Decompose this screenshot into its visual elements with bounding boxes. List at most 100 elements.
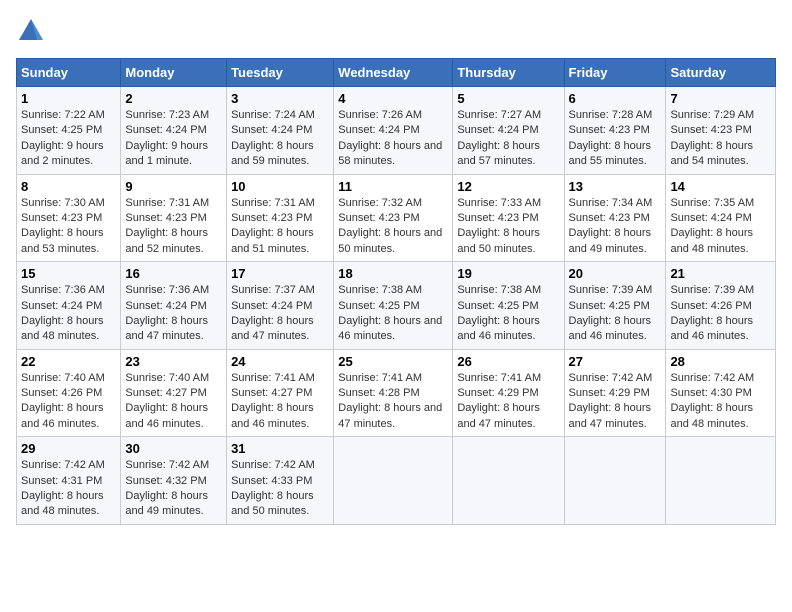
day-number: 15 bbox=[21, 266, 116, 281]
calendar-body: 1 Sunrise: 7:22 AMSunset: 4:25 PMDaylight… bbox=[17, 87, 776, 525]
calendar-cell: 22Sunrise: 7:40 AMSunset: 4:26 PMDayligh… bbox=[17, 349, 121, 437]
calendar-week-row: 8 Sunrise: 7:30 AMSunset: 4:23 PMDaylight… bbox=[17, 174, 776, 262]
day-number: 13 bbox=[569, 179, 662, 194]
day-info: Sunrise: 7:30 AMSunset: 4:23 PMDaylight:… bbox=[21, 197, 105, 255]
day-info: Sunrise: 7:31 AMSunset: 4:23 PMDaylight:… bbox=[125, 197, 209, 255]
col-header-thursday: Thursday bbox=[453, 59, 564, 87]
day-info: Sunrise: 7:42 AMSunset: 4:29 PMDaylight:… bbox=[569, 372, 653, 430]
calendar-week-row: 15 Sunrise: 7:36 AMSunset: 4:24 PMDayligh… bbox=[17, 262, 776, 350]
day-info: Sunrise: 7:24 AMSunset: 4:24 PMDaylight:… bbox=[231, 109, 315, 167]
day-number: 5 bbox=[457, 91, 559, 106]
day-number: 16 bbox=[125, 266, 222, 281]
day-info: Sunrise: 7:29 AMSunset: 4:23 PMDaylight:… bbox=[670, 109, 754, 167]
day-number: 30 bbox=[125, 441, 222, 456]
day-info: Sunrise: 7:40 AMSunset: 4:26 PMDaylight:… bbox=[21, 372, 105, 430]
day-number: 14 bbox=[670, 179, 771, 194]
day-number: 24 bbox=[231, 354, 329, 369]
calendar-cell bbox=[453, 437, 564, 525]
calendar-cell: 14 Sunrise: 7:35 AMSunset: 4:24 PMDayligh… bbox=[666, 174, 776, 262]
calendar-week-row: 29Sunrise: 7:42 AMSunset: 4:31 PMDayligh… bbox=[17, 437, 776, 525]
calendar-cell: 12Sunrise: 7:33 AMSunset: 4:23 PMDayligh… bbox=[453, 174, 564, 262]
day-number: 23 bbox=[125, 354, 222, 369]
calendar-cell: 21 Sunrise: 7:39 AMSunset: 4:26 PMDayligh… bbox=[666, 262, 776, 350]
calendar-cell: 24Sunrise: 7:41 AMSunset: 4:27 PMDayligh… bbox=[227, 349, 334, 437]
calendar-cell: 26 Sunrise: 7:41 AMSunset: 4:29 PMDayligh… bbox=[453, 349, 564, 437]
day-number: 4 bbox=[338, 91, 448, 106]
day-number: 1 bbox=[21, 91, 116, 106]
logo-icon bbox=[16, 16, 46, 46]
calendar-cell: 8 Sunrise: 7:30 AMSunset: 4:23 PMDaylight… bbox=[17, 174, 121, 262]
day-info: Sunrise: 7:38 AMSunset: 4:25 PMDaylight:… bbox=[457, 284, 541, 342]
day-number: 10 bbox=[231, 179, 329, 194]
calendar-cell bbox=[334, 437, 453, 525]
day-number: 9 bbox=[125, 179, 222, 194]
day-number: 3 bbox=[231, 91, 329, 106]
logo bbox=[16, 16, 50, 46]
calendar-week-row: 22Sunrise: 7:40 AMSunset: 4:26 PMDayligh… bbox=[17, 349, 776, 437]
day-info: Sunrise: 7:42 AMSunset: 4:33 PMDaylight:… bbox=[231, 459, 315, 517]
day-number: 19 bbox=[457, 266, 559, 281]
calendar-cell: 13 Sunrise: 7:34 AMSunset: 4:23 PMDayligh… bbox=[564, 174, 666, 262]
col-header-sunday: Sunday bbox=[17, 59, 121, 87]
day-info: Sunrise: 7:26 AMSunset: 4:24 PMDaylight:… bbox=[338, 109, 442, 167]
calendar-week-row: 1 Sunrise: 7:22 AMSunset: 4:25 PMDaylight… bbox=[17, 87, 776, 175]
calendar-cell: 31 Sunrise: 7:42 AMSunset: 4:33 PMDayligh… bbox=[227, 437, 334, 525]
day-number: 31 bbox=[231, 441, 329, 456]
calendar-cell: 28Sunrise: 7:42 AMSunset: 4:30 PMDayligh… bbox=[666, 349, 776, 437]
day-info: Sunrise: 7:31 AMSunset: 4:23 PMDaylight:… bbox=[231, 197, 315, 255]
day-number: 20 bbox=[569, 266, 662, 281]
calendar-cell: 18 Sunrise: 7:38 AMSunset: 4:25 PMDayligh… bbox=[334, 262, 453, 350]
day-number: 8 bbox=[21, 179, 116, 194]
day-number: 27 bbox=[569, 354, 662, 369]
col-header-monday: Monday bbox=[121, 59, 227, 87]
day-info: Sunrise: 7:42 AMSunset: 4:32 PMDaylight:… bbox=[125, 459, 209, 517]
calendar-cell: 29Sunrise: 7:42 AMSunset: 4:31 PMDayligh… bbox=[17, 437, 121, 525]
day-number: 26 bbox=[457, 354, 559, 369]
calendar-cell: 4 Sunrise: 7:26 AMSunset: 4:24 PMDaylight… bbox=[334, 87, 453, 175]
day-info: Sunrise: 7:37 AMSunset: 4:24 PMDaylight:… bbox=[231, 284, 315, 342]
day-number: 6 bbox=[569, 91, 662, 106]
calendar-cell: 23 Sunrise: 7:40 AMSunset: 4:27 PMDayligh… bbox=[121, 349, 227, 437]
day-info: Sunrise: 7:36 AMSunset: 4:24 PMDaylight:… bbox=[125, 284, 209, 342]
page-header bbox=[16, 16, 776, 46]
day-number: 7 bbox=[670, 91, 771, 106]
calendar-cell: 17 Sunrise: 7:37 AMSunset: 4:24 PMDayligh… bbox=[227, 262, 334, 350]
day-info: Sunrise: 7:40 AMSunset: 4:27 PMDaylight:… bbox=[125, 372, 209, 430]
day-info: Sunrise: 7:38 AMSunset: 4:25 PMDaylight:… bbox=[338, 284, 442, 342]
calendar-cell: 6Sunrise: 7:28 AMSunset: 4:23 PMDaylight… bbox=[564, 87, 666, 175]
calendar-cell: 10 Sunrise: 7:31 AMSunset: 4:23 PMDayligh… bbox=[227, 174, 334, 262]
day-info: Sunrise: 7:33 AMSunset: 4:23 PMDaylight:… bbox=[457, 197, 541, 255]
day-info: Sunrise: 7:41 AMSunset: 4:28 PMDaylight:… bbox=[338, 372, 442, 430]
day-number: 25 bbox=[338, 354, 448, 369]
calendar-cell: 16 Sunrise: 7:36 AMSunset: 4:24 PMDayligh… bbox=[121, 262, 227, 350]
day-info: Sunrise: 7:23 AMSunset: 4:24 PMDaylight:… bbox=[125, 109, 209, 167]
col-header-wednesday: Wednesday bbox=[334, 59, 453, 87]
day-number: 17 bbox=[231, 266, 329, 281]
col-header-saturday: Saturday bbox=[666, 59, 776, 87]
day-info: Sunrise: 7:35 AMSunset: 4:24 PMDaylight:… bbox=[670, 197, 754, 255]
day-info: Sunrise: 7:41 AMSunset: 4:29 PMDaylight:… bbox=[457, 372, 541, 430]
calendar-cell: 3 Sunrise: 7:24 AMSunset: 4:24 PMDaylight… bbox=[227, 87, 334, 175]
calendar-cell: 1 Sunrise: 7:22 AMSunset: 4:25 PMDaylight… bbox=[17, 87, 121, 175]
day-number: 2 bbox=[125, 91, 222, 106]
day-number: 21 bbox=[670, 266, 771, 281]
calendar-table: SundayMondayTuesdayWednesdayThursdayFrid… bbox=[16, 58, 776, 525]
calendar-cell: 27 Sunrise: 7:42 AMSunset: 4:29 PMDayligh… bbox=[564, 349, 666, 437]
calendar-cell bbox=[564, 437, 666, 525]
day-info: Sunrise: 7:32 AMSunset: 4:23 PMDaylight:… bbox=[338, 197, 442, 255]
day-info: Sunrise: 7:22 AMSunset: 4:25 PMDaylight:… bbox=[21, 109, 105, 167]
calendar-cell bbox=[666, 437, 776, 525]
day-info: Sunrise: 7:36 AMSunset: 4:24 PMDaylight:… bbox=[21, 284, 105, 342]
day-info: Sunrise: 7:27 AMSunset: 4:24 PMDaylight:… bbox=[457, 109, 541, 167]
day-number: 11 bbox=[338, 179, 448, 194]
calendar-cell: 11 Sunrise: 7:32 AMSunset: 4:23 PMDayligh… bbox=[334, 174, 453, 262]
day-number: 18 bbox=[338, 266, 448, 281]
calendar-cell: 30 Sunrise: 7:42 AMSunset: 4:32 PMDayligh… bbox=[121, 437, 227, 525]
day-info: Sunrise: 7:34 AMSunset: 4:23 PMDaylight:… bbox=[569, 197, 653, 255]
day-number: 29 bbox=[21, 441, 116, 456]
calendar-cell: 15 Sunrise: 7:36 AMSunset: 4:24 PMDayligh… bbox=[17, 262, 121, 350]
calendar-header-row: SundayMondayTuesdayWednesdayThursdayFrid… bbox=[17, 59, 776, 87]
calendar-cell: 7 Sunrise: 7:29 AMSunset: 4:23 PMDaylight… bbox=[666, 87, 776, 175]
col-header-friday: Friday bbox=[564, 59, 666, 87]
day-info: Sunrise: 7:39 AMSunset: 4:26 PMDaylight:… bbox=[670, 284, 754, 342]
